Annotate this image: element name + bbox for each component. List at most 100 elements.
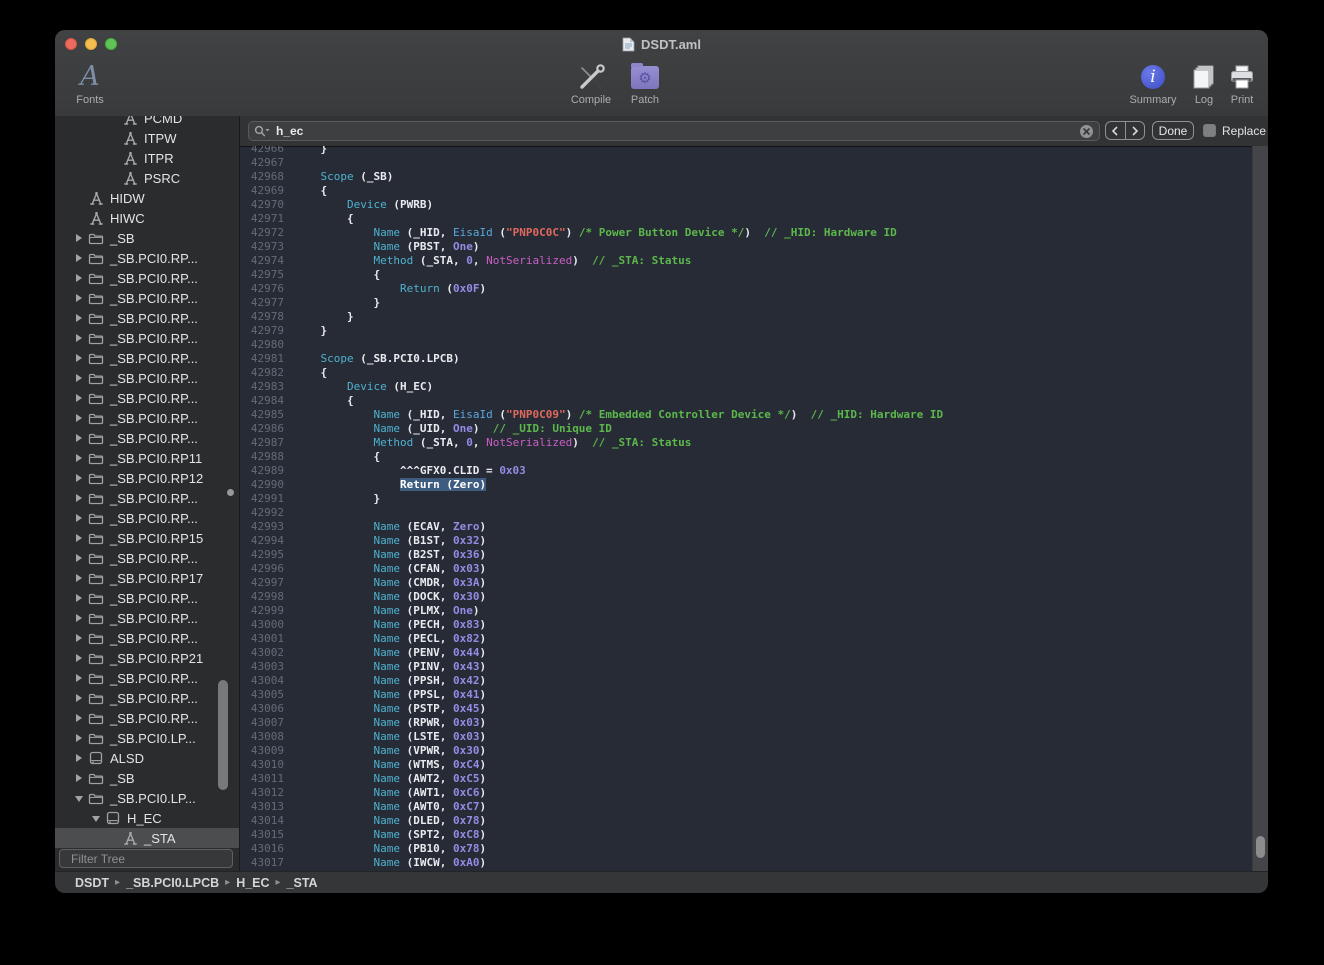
disclosure-collapsed-icon[interactable]	[73, 448, 87, 468]
filter-tree-input[interactable]	[69, 851, 228, 867]
disclosure-collapsed-icon[interactable]	[73, 368, 87, 388]
code-line[interactable]: 43000 Name (PECH, 0x83)	[240, 618, 1253, 632]
sidebar-item[interactable]: _SB.PCI0.RP...	[55, 628, 239, 648]
code-line[interactable]: 42990 Return (Zero)	[240, 478, 1253, 492]
disclosure-collapsed-icon[interactable]	[73, 568, 87, 588]
code-line[interactable]: 42977 }	[240, 296, 1253, 310]
code-line[interactable]: 43015 Name (SPT2, 0xC8)	[240, 828, 1253, 842]
code-line[interactable]: 42969 {	[240, 184, 1253, 198]
patch-button[interactable]: ⚙ Patch	[622, 62, 668, 106]
code-line[interactable]: 43008 Name (LSTE, 0x03)	[240, 730, 1253, 744]
sidebar-item[interactable]: ITPR	[55, 148, 239, 168]
disclosure-collapsed-icon[interactable]	[73, 348, 87, 368]
disclosure-collapsed-icon[interactable]	[73, 308, 87, 328]
sidebar-item[interactable]: _SB.PCI0.RP...	[55, 428, 239, 448]
code-line[interactable]: 42978 }	[240, 310, 1253, 324]
sidebar-item[interactable]: _SB	[55, 228, 239, 248]
code-line[interactable]: 42980	[240, 338, 1253, 352]
code-line[interactable]: 43011 Name (AWT2, 0xC5)	[240, 772, 1253, 786]
code-line[interactable]: 42983 Device (H_EC)	[240, 380, 1253, 394]
disclosure-collapsed-icon[interactable]	[73, 468, 87, 488]
disclosure-collapsed-icon[interactable]	[73, 688, 87, 708]
sidebar-item[interactable]: _SB.PCI0.RP...	[55, 508, 239, 528]
log-button[interactable]: Log	[1186, 62, 1222, 106]
sidebar-item[interactable]: _SB.PCI0.RP21	[55, 648, 239, 668]
sidebar-item[interactable]: _SB.PCI0.LP...	[55, 788, 239, 808]
code-line[interactable]: 43012 Name (AWT1, 0xC6)	[240, 786, 1253, 800]
code-line[interactable]: 42988 {	[240, 450, 1253, 464]
sidebar-item[interactable]: _SB.PCI0.RP...	[55, 288, 239, 308]
disclosure-collapsed-icon[interactable]	[73, 588, 87, 608]
document-proxy-icon[interactable]	[622, 37, 635, 52]
disclosure-collapsed-icon[interactable]	[73, 328, 87, 348]
filter-tree-field[interactable]	[59, 849, 233, 868]
code-line[interactable]: 43005 Name (PPSL, 0x41)	[240, 688, 1253, 702]
code-line[interactable]: 43004 Name (PPSH, 0x42)	[240, 674, 1253, 688]
find-field[interactable]	[248, 121, 1100, 141]
disclosure-collapsed-icon[interactable]	[73, 668, 87, 688]
disclosure-collapsed-icon[interactable]	[73, 748, 87, 768]
disclosure-collapsed-icon[interactable]	[73, 708, 87, 728]
breadcrumb-item[interactable]: _STA	[287, 876, 318, 890]
print-button[interactable]: Print	[1224, 62, 1260, 106]
sidebar-item[interactable]: _SB.PCI0.RP12	[55, 468, 239, 488]
code-line[interactable]: 42987 Method (_STA, 0, NotSerialized) //…	[240, 436, 1253, 450]
sidebar-item[interactable]: ITPW	[55, 128, 239, 148]
disclosure-collapsed-icon[interactable]	[73, 288, 87, 308]
code-line[interactable]: 42984 {	[240, 394, 1253, 408]
code-line[interactable]: 43001 Name (PECL, 0x82)	[240, 632, 1253, 646]
sidebar-item[interactable]: PCMD	[55, 116, 239, 128]
code-line[interactable]: 42999 Name (PLMX, One)	[240, 604, 1253, 618]
code-line[interactable]: 43006 Name (PSTP, 0x45)	[240, 702, 1253, 716]
disclosure-collapsed-icon[interactable]	[73, 268, 87, 288]
sidebar-item[interactable]: _SB.PCI0.RP...	[55, 308, 239, 328]
code-line[interactable]: 43003 Name (PINV, 0x43)	[240, 660, 1253, 674]
code-line[interactable]: 42975 {	[240, 268, 1253, 282]
sidebar-item[interactable]: _SB.PCI0.RP...	[55, 488, 239, 508]
disclosure-collapsed-icon[interactable]	[73, 248, 87, 268]
code-line[interactable]: 42966 }	[240, 146, 1253, 156]
breadcrumb-item[interactable]: _SB.PCI0.LPCB	[126, 876, 219, 890]
code-line[interactable]: 42994 Name (B1ST, 0x32)	[240, 534, 1253, 548]
code-line[interactable]: 42989 ^^^GFX0.CLID = 0x03	[240, 464, 1253, 478]
code-line[interactable]: 42973 Name (PBST, One)	[240, 240, 1253, 254]
sidebar-item[interactable]: _SB.PCI0.RP...	[55, 668, 239, 688]
disclosure-collapsed-icon[interactable]	[73, 408, 87, 428]
disclosure-collapsed-icon[interactable]	[73, 228, 87, 248]
code-line[interactable]: 43014 Name (DLED, 0x78)	[240, 814, 1253, 828]
title-bar[interactable]: DSDT.aml	[55, 30, 1268, 58]
sidebar-item[interactable]: _SB.PCI0.LP...	[55, 728, 239, 748]
sidebar-item[interactable]: PSRC	[55, 168, 239, 188]
code-line[interactable]: 42992	[240, 506, 1253, 520]
sidebar-scrollbar-thumb[interactable]	[218, 680, 228, 790]
code-line[interactable]: 42970 Device (PWRB)	[240, 198, 1253, 212]
disclosure-collapsed-icon[interactable]	[73, 388, 87, 408]
code-line[interactable]: 42967	[240, 156, 1253, 170]
sidebar-item[interactable]: _SB.PCI0.RP...	[55, 708, 239, 728]
editor-scrollbar-thumb[interactable]	[1256, 836, 1265, 858]
code-line[interactable]: 43002 Name (PENV, 0x44)	[240, 646, 1253, 660]
code-line[interactable]: 42993 Name (ECAV, Zero)	[240, 520, 1253, 534]
code-line[interactable]: 43016 Name (PB10, 0x78)	[240, 842, 1253, 856]
compile-button[interactable]: Compile	[564, 62, 618, 106]
search-menu-icon[interactable]	[254, 125, 270, 137]
code-line[interactable]: 42968 Scope (_SB)	[240, 170, 1253, 184]
done-button[interactable]: Done	[1152, 121, 1194, 140]
code-line[interactable]: 42996 Name (CFAN, 0x03)	[240, 562, 1253, 576]
code-line[interactable]: 42972 Name (_HID, EisaId ("PNP0C0C") /* …	[240, 226, 1253, 240]
disclosure-collapsed-icon[interactable]	[73, 648, 87, 668]
sidebar-item[interactable]: _SB.PCI0.RP...	[55, 328, 239, 348]
disclosure-collapsed-icon[interactable]	[73, 508, 87, 528]
sidebar-item[interactable]: HIDW	[55, 188, 239, 208]
sidebar-item[interactable]: _SB.PCI0.RP15	[55, 528, 239, 548]
disclosure-expanded-icon[interactable]	[90, 808, 104, 828]
sidebar-item[interactable]: _SB	[55, 768, 239, 788]
sidebar-item[interactable]: _STA	[55, 828, 239, 848]
summary-button[interactable]: i Summary	[1124, 62, 1182, 106]
sidebar-item[interactable]: HIWC	[55, 208, 239, 228]
sidebar-item[interactable]: _SB.PCI0.RP...	[55, 248, 239, 268]
sidebar-item[interactable]: _SB.PCI0.RP...	[55, 408, 239, 428]
code-line[interactable]: 42974 Method (_STA, 0, NotSerialized) //…	[240, 254, 1253, 268]
code-line[interactable]: 42998 Name (DOCK, 0x30)	[240, 590, 1253, 604]
code-line[interactable]: 42982 {	[240, 366, 1253, 380]
